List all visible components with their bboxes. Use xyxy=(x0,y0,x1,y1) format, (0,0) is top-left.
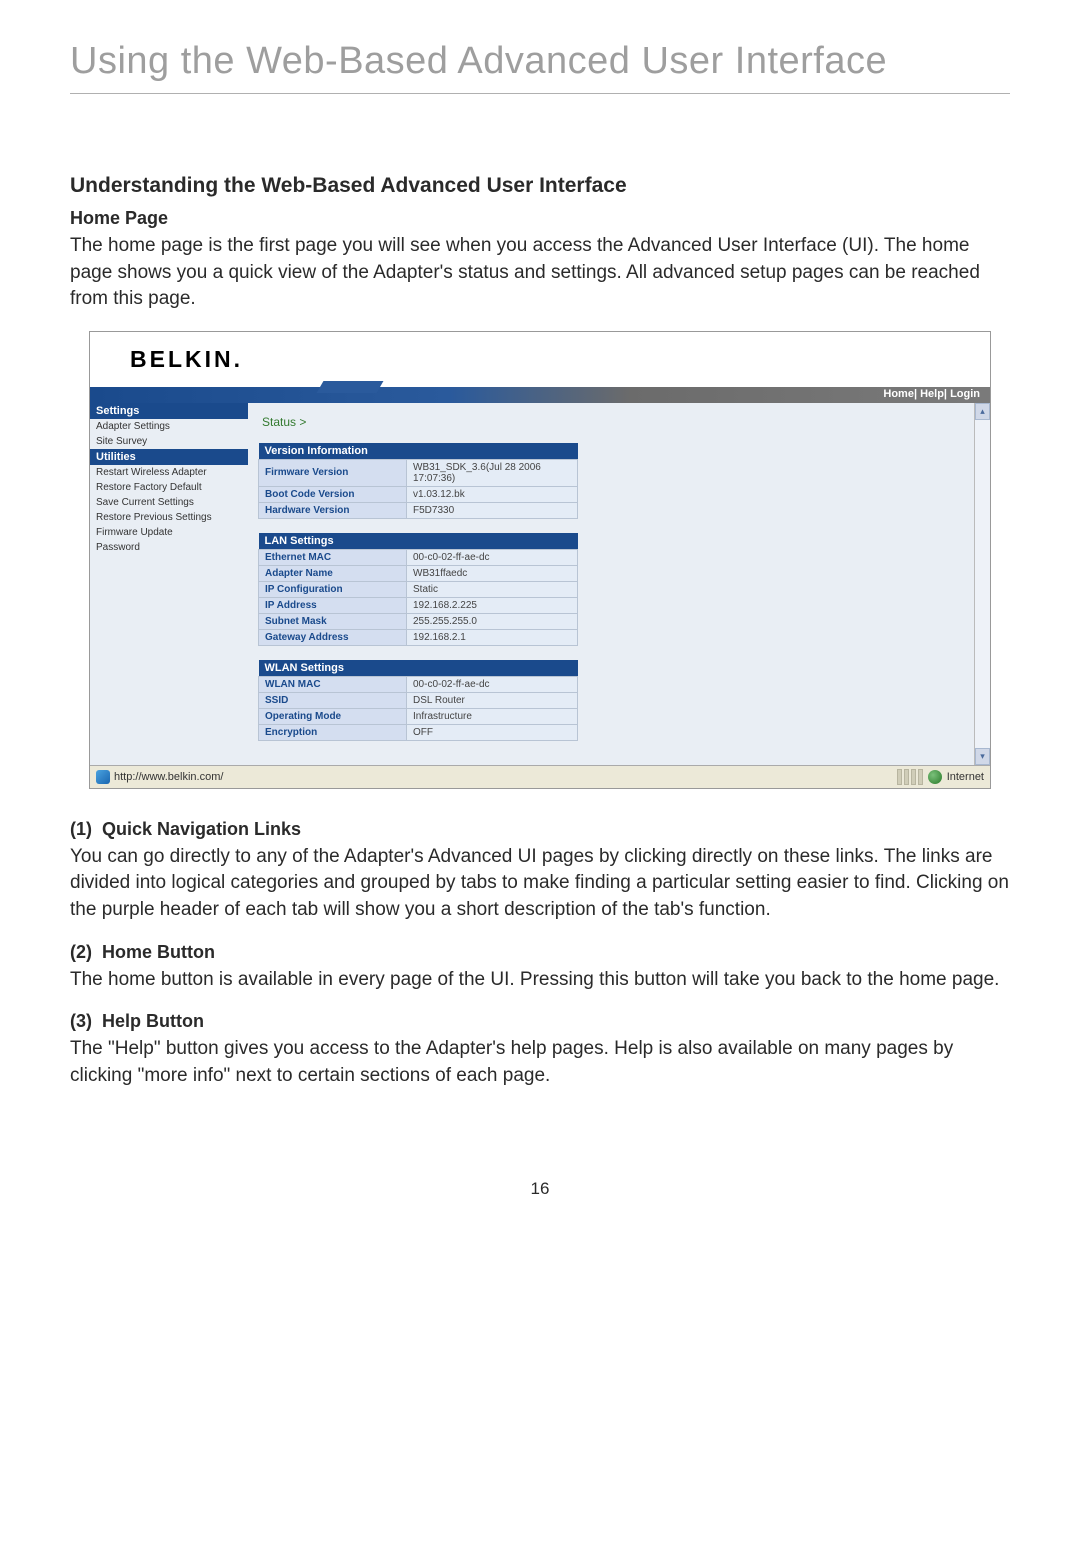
adapter-name-label: Adapter Name xyxy=(259,565,407,581)
section-1-text: You can go directly to any of the Adapte… xyxy=(70,844,1010,924)
hardware-version-label: Hardware Version xyxy=(259,502,407,518)
lan-settings-table: LAN Settings Ethernet MAC00-c0-02-ff-ae-… xyxy=(258,533,578,646)
scroll-down-icon[interactable]: ▾ xyxy=(975,748,990,765)
sidebar-utilities-header[interactable]: Utilities xyxy=(90,449,248,465)
sidebar-item-restore-previous[interactable]: Restore Previous Settings xyxy=(90,510,248,525)
wlan-settings-header: WLAN Settings xyxy=(259,660,578,677)
gateway-label: Gateway Address xyxy=(259,629,407,645)
status-url: http://www.belkin.com/ xyxy=(114,771,223,783)
status-zone: Internet xyxy=(947,771,984,783)
belkin-logo: BELKIN. xyxy=(110,346,243,383)
encryption-label: Encryption xyxy=(259,724,407,740)
wlan-mac-label: WLAN MAC xyxy=(259,676,407,692)
lan-settings-header: LAN Settings xyxy=(259,533,578,550)
sidebar: Settings Adapter Settings Site Survey Ut… xyxy=(90,403,248,765)
encryption-value: OFF xyxy=(407,724,578,740)
wlan-mac-value: 00-c0-02-ff-ae-dc xyxy=(407,676,578,692)
sidebar-item-site-survey[interactable]: Site Survey xyxy=(90,434,248,449)
subnet-mask-label: Subnet Mask xyxy=(259,613,407,629)
gateway-value: 192.168.2.1 xyxy=(407,629,578,645)
page-title: Using the Web-Based Advanced User Interf… xyxy=(70,40,1010,94)
ssid-value: DSL Router xyxy=(407,692,578,708)
help-link[interactable]: Help xyxy=(920,388,944,400)
login-link[interactable]: Login xyxy=(950,388,980,400)
adapter-name-value: WB31ffaedc xyxy=(407,565,578,581)
section-3-text: The "Help" button gives you access to th… xyxy=(70,1036,1010,1089)
top-nav-bar: Home| Help| Login xyxy=(90,387,990,403)
scroll-track[interactable] xyxy=(975,420,990,748)
section-heading: Understanding the Web-Based Advanced Use… xyxy=(70,174,1010,198)
section-3-heading: (3) Help Button xyxy=(70,1011,1010,1032)
section-1-heading: (1) Quick Navigation Links xyxy=(70,819,1010,840)
scroll-up-icon[interactable]: ▴ xyxy=(975,403,990,420)
ethernet-mac-label: Ethernet MAC xyxy=(259,549,407,565)
main-content: Status > Version Information Firmware Ve… xyxy=(248,403,974,765)
version-info-header: Version Information xyxy=(259,443,578,460)
sidebar-item-restore-factory[interactable]: Restore Factory Default xyxy=(90,480,248,495)
page-icon xyxy=(96,770,110,784)
section-2-text: The home button is available in every pa… xyxy=(70,967,1010,994)
ip-config-label: IP Configuration xyxy=(259,581,407,597)
operating-mode-value: Infrastructure xyxy=(407,708,578,724)
scrollbar[interactable]: ▴ ▾ xyxy=(974,403,990,765)
home-page-heading: Home Page xyxy=(70,208,1010,229)
ip-address-label: IP Address xyxy=(259,597,407,613)
operating-mode-label: Operating Mode xyxy=(259,708,407,724)
sidebar-settings-header[interactable]: Settings xyxy=(90,403,248,419)
hardware-version-value: F5D7330 xyxy=(407,502,578,518)
ip-address-value: 192.168.2.225 xyxy=(407,597,578,613)
wlan-settings-table: WLAN Settings WLAN MAC00-c0-02-ff-ae-dc … xyxy=(258,660,578,741)
page-number: 16 xyxy=(70,1179,1010,1199)
breadcrumb: Status > xyxy=(258,409,964,443)
home-page-text: The home page is the first page you will… xyxy=(70,233,1010,313)
ip-config-value: Static xyxy=(407,581,578,597)
firmware-version-value: WB31_SDK_3.6(Jul 28 2006 17:07:36) xyxy=(407,459,578,486)
sidebar-item-password[interactable]: Password xyxy=(90,540,248,555)
router-ui-screenshot: BELKIN. Home| Help| Login Settings Adapt… xyxy=(89,331,991,789)
sidebar-item-adapter-settings[interactable]: Adapter Settings xyxy=(90,419,248,434)
home-link[interactable]: Home xyxy=(883,388,914,400)
status-dividers xyxy=(897,769,923,785)
ethernet-mac-value: 00-c0-02-ff-ae-dc xyxy=(407,549,578,565)
sidebar-item-save-settings[interactable]: Save Current Settings xyxy=(90,495,248,510)
subnet-mask-value: 255.255.255.0 xyxy=(407,613,578,629)
sidebar-item-firmware[interactable]: Firmware Update xyxy=(90,525,248,540)
browser-status-bar: http://www.belkin.com/ Internet xyxy=(90,765,990,788)
ssid-label: SSID xyxy=(259,692,407,708)
firmware-version-label: Firmware Version xyxy=(259,459,407,486)
bootcode-version-value: v1.03.12.bk xyxy=(407,486,578,502)
internet-zone-icon xyxy=(928,770,942,784)
version-info-table: Version Information Firmware VersionWB31… xyxy=(258,443,578,519)
section-2-heading: (2) Home Button xyxy=(70,942,1010,963)
bootcode-version-label: Boot Code Version xyxy=(259,486,407,502)
sidebar-item-restart[interactable]: Restart Wireless Adapter xyxy=(90,465,248,480)
